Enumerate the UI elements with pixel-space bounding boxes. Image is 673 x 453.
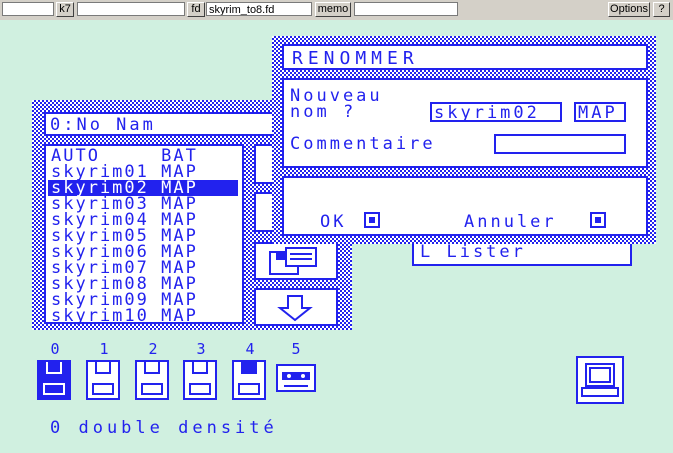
help-button[interactable]: ?: [653, 2, 670, 17]
cancel-key-icon: [590, 212, 606, 228]
ok-button[interactable]: OK: [320, 212, 380, 231]
toolbar: k7 fd skyrim_to8.fd memo Options ?: [0, 0, 673, 21]
k7-button[interactable]: k7: [56, 2, 74, 17]
save-disk-button[interactable]: [254, 242, 338, 280]
drive-number-label: 4: [245, 340, 255, 358]
k7-name-input[interactable]: [77, 2, 185, 16]
disk-title: 0:No Nam: [50, 115, 156, 135]
cancel-button[interactable]: Annuler: [464, 212, 606, 231]
drive-number-label: 3: [196, 340, 206, 358]
file-list-item[interactable]: skyrim10 MAP: [48, 308, 238, 325]
rename-dialog: RENOMMER Nouveau nom ? skyrim02 MAP Comm…: [272, 36, 656, 244]
drive-1-floppy-icon[interactable]: [86, 360, 120, 400]
file-list[interactable]: AUTO BAT skyrim01 MAP skyrim02 MAP skyrim03…: [44, 144, 244, 325]
options-button[interactable]: Options: [608, 2, 650, 17]
new-name-label-line2: nom ?: [290, 102, 357, 122]
scroll-down-button[interactable]: [254, 288, 338, 326]
dialog-title: RENOMMER: [292, 48, 419, 69]
ok-key-icon: [364, 212, 380, 228]
side-button-1[interactable]: [254, 144, 274, 184]
drive-2-floppy-icon[interactable]: [135, 360, 169, 400]
comment-input[interactable]: [494, 134, 626, 154]
fd-button[interactable]: fd: [187, 2, 205, 17]
save-disk-icon: [269, 247, 317, 275]
drive-status: 0 double densité: [50, 418, 278, 438]
drive-5-cassette-icon[interactable]: [276, 364, 316, 392]
drive-number-label: 1: [99, 340, 109, 358]
drive-number-label: 5: [291, 340, 301, 358]
memo-button[interactable]: memo: [315, 2, 351, 17]
side-button-2[interactable]: [254, 192, 274, 232]
new-ext-input[interactable]: MAP: [574, 102, 626, 122]
drive-number-label: 2: [148, 340, 158, 358]
fd-path-input[interactable]: skyrim_to8.fd: [206, 2, 312, 16]
lister-button[interactable]: L Lister: [420, 244, 526, 261]
disk-title-box: 0:No Nam: [44, 112, 276, 136]
k7-path-input[interactable]: [2, 2, 54, 16]
new-name-input[interactable]: skyrim02: [430, 102, 562, 122]
drive-4-floppy-icon[interactable]: [232, 360, 266, 400]
dialog-buttons-box: OK Annuler: [282, 176, 648, 236]
emulator-screen: 0:No Nam AUTO BAT skyrim01 MAP skyrim02 MA…: [0, 20, 673, 453]
drive-number-label: 0: [50, 340, 60, 358]
computer-button[interactable]: [576, 356, 624, 404]
memo-path-input[interactable]: [354, 2, 458, 16]
dialog-title-box: RENOMMER: [282, 44, 648, 70]
drive-0-floppy-icon[interactable]: [37, 360, 71, 400]
computer-icon: [581, 363, 619, 397]
drive-3-floppy-icon[interactable]: [183, 360, 217, 400]
arrow-down-icon: [277, 295, 313, 322]
comment-label: Commentaire: [290, 134, 436, 154]
rename-form: Nouveau nom ? skyrim02 MAP Commentaire: [282, 78, 648, 168]
